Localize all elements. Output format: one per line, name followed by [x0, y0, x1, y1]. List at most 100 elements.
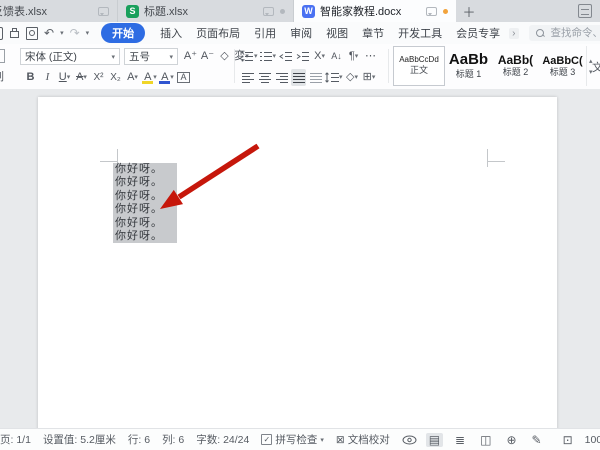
chevron-down-icon: ▾	[272, 53, 277, 60]
page-view-button[interactable]: ▤	[425, 432, 444, 447]
font-color-bar	[159, 80, 171, 84]
menu-tab-developer[interactable]: 开发工具	[398, 25, 442, 41]
fit-page-button[interactable]: ⊡	[560, 433, 576, 447]
menu-tab-member[interactable]: 会员专享	[456, 25, 500, 41]
align-left-button[interactable]	[240, 69, 255, 86]
align-right-button[interactable]	[274, 69, 289, 86]
paste-icon[interactable]	[0, 49, 5, 63]
menu-tab-review[interactable]: 审阅	[290, 25, 312, 41]
text-effects-button[interactable]: A ▾	[125, 69, 140, 86]
grow-font-button[interactable]: A⁺	[183, 48, 198, 65]
file-tab-docx-active[interactable]: W 智能家教程.docx	[294, 0, 456, 22]
font-name-select[interactable]: 宋体 (正文) ▾	[20, 48, 120, 65]
increase-indent-button[interactable]	[295, 48, 310, 65]
chat-bubble-icon[interactable]	[263, 6, 274, 16]
spellcheck-toggle[interactable]: ✓ 拼写检查 ▾	[261, 432, 324, 447]
word-count[interactable]: 字数: 24/24	[196, 432, 249, 447]
shading-button[interactable]: ◇ ▾	[345, 69, 360, 86]
line-spacing-button[interactable]: ▾	[325, 69, 343, 86]
status-bar: 页: 1/1 设置值: 5.2厘米 行: 6 列: 6 字数: 24/24 ✓ …	[0, 428, 600, 450]
redo-icon[interactable]: ↷	[70, 27, 80, 39]
undo-icon[interactable]: ↶	[44, 27, 54, 39]
clipped-ribbon-button[interactable]: 文	[592, 59, 600, 75]
search-input[interactable]	[548, 26, 600, 40]
more-menus-chevron-icon[interactable]: ›	[509, 27, 519, 39]
align-center-button[interactable]	[257, 69, 272, 86]
tab-label: 智能家教程.docx	[320, 6, 402, 18]
menu-tab-home[interactable]: 开始	[101, 23, 146, 43]
shading-icon: ◇	[346, 71, 355, 83]
highlight-color-bar	[142, 80, 154, 84]
red-annotation-arrow	[160, 143, 260, 209]
format-painter-icon[interactable]: 刷	[0, 68, 4, 84]
sort-button[interactable]: A↓	[329, 48, 344, 65]
font-size-value: 五号	[129, 51, 150, 63]
chevron-down-icon: ▾	[169, 53, 173, 61]
file-tab-feedback[interactable]: 反馈表.xlsx	[0, 0, 118, 22]
menu-tab-page-layout[interactable]: 页面布局	[196, 25, 240, 41]
menu-tab-references[interactable]: 引用	[254, 25, 276, 41]
page-indicator[interactable]: 页: 1/1	[0, 432, 31, 447]
save-icon[interactable]	[0, 26, 3, 40]
customize-toolbar-icon[interactable]: ▾	[86, 29, 90, 37]
justify-button[interactable]	[291, 69, 306, 86]
tab-list-icon[interactable]	[578, 4, 592, 18]
write-mode-button[interactable]: ✎	[529, 433, 545, 447]
style-normal[interactable]: AaBbCcDd 正文	[393, 46, 445, 86]
char-border-button[interactable]: A	[176, 69, 191, 86]
margin-crop-mark	[487, 161, 505, 162]
numbered-list-button[interactable]: ▾	[259, 48, 277, 65]
command-search[interactable]	[528, 25, 600, 41]
document-page[interactable]	[38, 97, 557, 428]
zoom-level[interactable]: 100%	[585, 434, 600, 446]
print-preview-icon[interactable]	[26, 26, 38, 40]
underline-button[interactable]: U ▾	[57, 69, 72, 86]
font-color-button[interactable]: A ▾	[159, 69, 174, 86]
chevron-down-icon: ▾	[371, 74, 376, 81]
margin-crop-mark	[487, 149, 488, 167]
paragraph-marks-button[interactable]: ¶ ▾	[346, 48, 361, 65]
style-heading3[interactable]: AaBbC( 标题 3	[539, 46, 586, 86]
subscript-button[interactable]: X₂	[108, 69, 123, 86]
shrink-font-button[interactable]: A⁻	[200, 48, 215, 65]
highlight-button[interactable]: A ▾	[142, 69, 157, 86]
menu-tab-insert[interactable]: 插入	[160, 25, 182, 41]
decrease-indent-button[interactable]	[278, 48, 293, 65]
menu-tab-section[interactable]: 章节	[362, 25, 384, 41]
chevron-down-icon: ▾	[134, 74, 138, 81]
style-sample: AaBbC(	[542, 54, 583, 67]
font-group-row2: B I U ▾ A ▾ X² X₂ A ▾ A ▾ A ▾ A	[22, 68, 192, 87]
new-tab-button[interactable]: ＋	[456, 0, 482, 22]
read-view-button[interactable]: ◫	[477, 433, 494, 447]
setting-value: 设置值: 5.2厘米	[42, 434, 116, 446]
tab-setting-button[interactable]: ⋯	[363, 48, 378, 65]
asian-layout-button[interactable]: X ▾	[312, 48, 327, 65]
chat-bubble-icon[interactable]	[426, 6, 437, 16]
eye-protection-icon[interactable]	[402, 435, 417, 445]
italic-button[interactable]: I	[40, 69, 55, 86]
chevron-down-icon: ▾	[66, 74, 71, 81]
clear-format-button[interactable]: ◇	[217, 48, 232, 65]
font-size-select[interactable]: 五号 ▾	[124, 48, 178, 65]
strikethrough-button[interactable]: A ▾	[74, 69, 89, 86]
chevron-down-icon: ▾	[320, 436, 324, 444]
borders-icon: ⊞	[362, 71, 372, 83]
style-heading1[interactable]: AaBb 标题 1	[445, 46, 492, 86]
distribute-button[interactable]	[308, 69, 323, 86]
style-heading2[interactable]: AaBb( 标题 2	[492, 46, 539, 86]
bold-button[interactable]: B	[23, 69, 38, 86]
undo-caret-icon[interactable]: ▾	[60, 29, 64, 37]
bullet-list-button[interactable]: ▾	[241, 48, 258, 65]
menu-tab-view[interactable]: 视图	[326, 25, 348, 41]
style-name: 标题 3	[549, 66, 576, 77]
web-view-button[interactable]: ⊕	[503, 433, 519, 447]
chat-bubble-icon[interactable]	[98, 6, 109, 16]
selected-line[interactable]: 你好呀。	[113, 230, 177, 244]
borders-button[interactable]: ⊞ ▾	[362, 69, 377, 86]
superscript-button[interactable]: X²	[91, 69, 106, 86]
proofread-button[interactable]: ⊠ 文档校对	[336, 432, 390, 447]
file-tab-title-xlsx[interactable]: S 标题.xlsx	[118, 0, 294, 22]
chevron-down-icon: ▾	[111, 53, 115, 61]
print-icon[interactable]	[9, 28, 20, 38]
outline-view-button[interactable]: ≣	[452, 433, 468, 447]
